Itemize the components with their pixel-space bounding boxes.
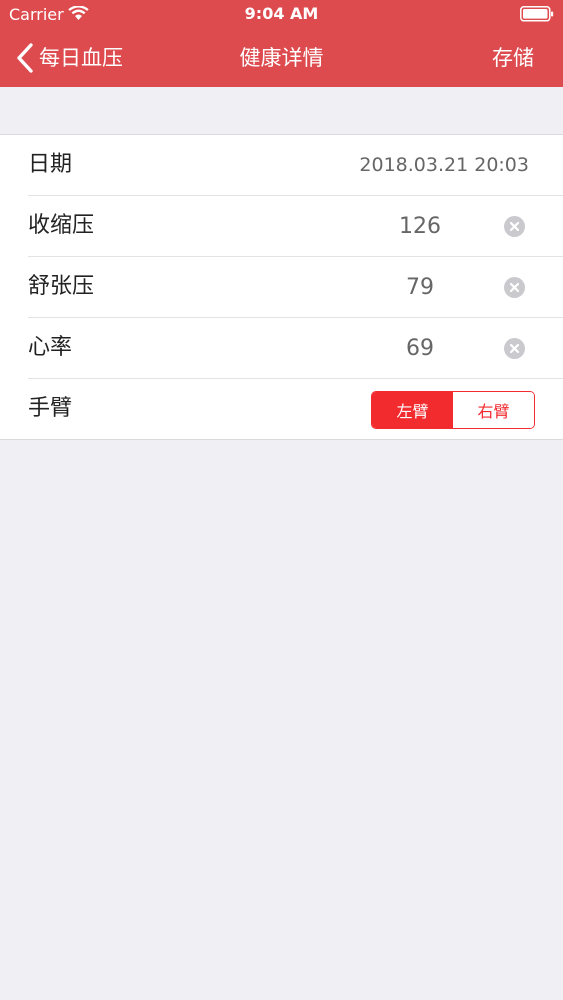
systolic-label: 收缩压 — [28, 213, 95, 238]
clear-diastolic-button[interactable] — [504, 277, 525, 298]
app-header: Carrier 9:04 AM 每日血压 健康详情 存储 — [0, 0, 563, 87]
diastolic-input[interactable] — [360, 270, 480, 304]
right-arm-segment[interactable]: 右臂 — [453, 392, 534, 428]
systolic-input[interactable] — [360, 209, 480, 243]
status-bar: Carrier 9:04 AM — [0, 0, 563, 30]
clear-icon — [509, 343, 520, 354]
systolic-row: 收缩压 — [0, 196, 563, 257]
health-detail-form: 日期 2018.03.21 20:03 收缩压 舒张压 心率 — [0, 134, 563, 440]
heart-rate-label: 心率 — [28, 335, 73, 360]
clear-systolic-button[interactable] — [504, 216, 525, 237]
navigation-bar: 每日血压 健康详情 存储 — [0, 30, 563, 87]
clear-icon — [509, 221, 520, 232]
chevron-left-icon — [17, 43, 33, 73]
arm-label: 手臂 — [28, 396, 73, 421]
heart-rate-input[interactable] — [360, 331, 480, 365]
clear-icon — [509, 282, 520, 293]
back-button[interactable]: 每日血压 — [14, 40, 123, 76]
arm-segmented-control: 左臂 右臂 — [371, 391, 535, 429]
date-label: 日期 — [28, 152, 73, 177]
clock: 9:04 AM — [244, 4, 319, 23]
date-value[interactable]: 2018.03.21 20:03 — [359, 152, 529, 178]
diastolic-row: 舒张压 — [0, 257, 563, 318]
battery-icon — [520, 6, 554, 22]
back-label: 每日血压 — [39, 46, 123, 70]
clear-heart-rate-button[interactable] — [504, 338, 525, 359]
date-row[interactable]: 日期 2018.03.21 20:03 — [0, 135, 563, 196]
save-button[interactable]: 存储 — [492, 43, 534, 73]
heart-rate-row: 心率 — [0, 318, 563, 379]
diastolic-label: 舒张压 — [28, 274, 95, 299]
left-arm-segment[interactable]: 左臂 — [372, 392, 453, 428]
